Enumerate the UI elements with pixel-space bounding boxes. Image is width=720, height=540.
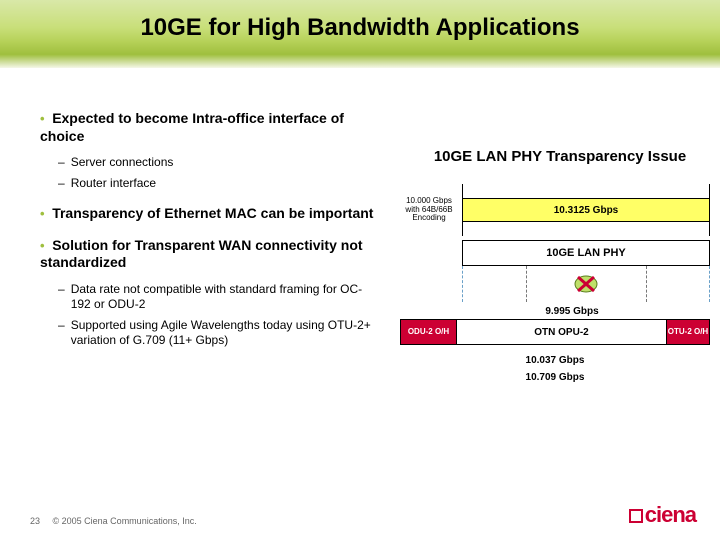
odu2-oh-box: ODU-2 O/H	[400, 320, 456, 344]
bullet-1-text: Expected to become Intra-office interfac…	[40, 110, 344, 144]
rate-otu: 10.709 Gbps	[400, 372, 710, 383]
logo-square-icon	[629, 509, 643, 523]
bullet-1a-text: Server connections	[71, 155, 174, 170]
slide-title: 10GE for High Bandwidth Applications	[0, 14, 720, 42]
bullet-3b: –Supported using Agile Wavelengths today…	[58, 318, 380, 348]
slide: 10GE for High Bandwidth Applications • E…	[0, 0, 720, 540]
page-number: 23	[30, 516, 50, 526]
rate-bar-top: 10.3125 Gbps	[462, 190, 710, 230]
logo-text: ciena	[645, 502, 696, 528]
bullet-3: • Solution for Transparent WAN connectiv…	[40, 237, 380, 272]
bullet-3b-text: Supported using Agile Wavelengths today …	[71, 318, 380, 348]
opu2-box: OTN OPU-2	[456, 320, 666, 344]
bullet-3a: –Data rate not compatible with standard …	[58, 282, 380, 312]
rate-opu-payload: 9.995 Gbps	[434, 306, 710, 317]
not-fit-cross-icon	[574, 272, 598, 296]
otn-frame-row: ODU-2 O/H OTN OPU-2 OTU-2 O/H	[400, 319, 710, 345]
bullet-1b: –Router interface	[58, 176, 380, 191]
bullet-icon: •	[40, 206, 45, 221]
diagram-row-encoded: 10.000 Gbps with 64B/66B Encoding 10.312…	[400, 190, 710, 230]
bullet-icon: •	[40, 238, 45, 253]
cross-row	[462, 266, 710, 302]
bullet-icon: •	[40, 111, 45, 126]
bullet-list: • Expected to become Intra-office interf…	[40, 110, 380, 354]
bullet-3-text: Solution for Transparent WAN connectivit…	[40, 237, 363, 271]
bullet-3a-text: Data rate not compatible with standard f…	[71, 282, 380, 312]
bullet-1a: –Server connections	[58, 155, 380, 170]
copyright-text: © 2005 Ciena Communications, Inc.	[53, 516, 197, 526]
otu2-oh-box: OTU-2 O/H	[666, 320, 710, 344]
bullet-1b-text: Router interface	[71, 176, 156, 191]
ciena-logo: ciena	[629, 502, 696, 528]
encoding-label: 10.000 Gbps with 64B/66B Encoding	[400, 190, 462, 230]
diagram-heading: 10GE LAN PHY Transparency Issue	[410, 148, 710, 165]
footer: 23 © 2005 Ciena Communications, Inc.	[30, 516, 197, 526]
bullet-1: • Expected to become Intra-office interf…	[40, 110, 380, 145]
encoding-label-l3: Encoding	[400, 214, 458, 223]
diagram: 10.000 Gbps with 64B/66B Encoding 10.312…	[400, 190, 710, 383]
lan-phy-box: 10GE LAN PHY	[462, 240, 710, 266]
bullet-2: • Transparency of Ethernet MAC can be im…	[40, 205, 380, 223]
rate-bar-top-fill: 10.3125 Gbps	[462, 198, 710, 222]
bullet-2-text: Transparency of Ethernet MAC can be impo…	[52, 205, 373, 221]
rate-odu: 10.037 Gbps	[400, 355, 710, 366]
